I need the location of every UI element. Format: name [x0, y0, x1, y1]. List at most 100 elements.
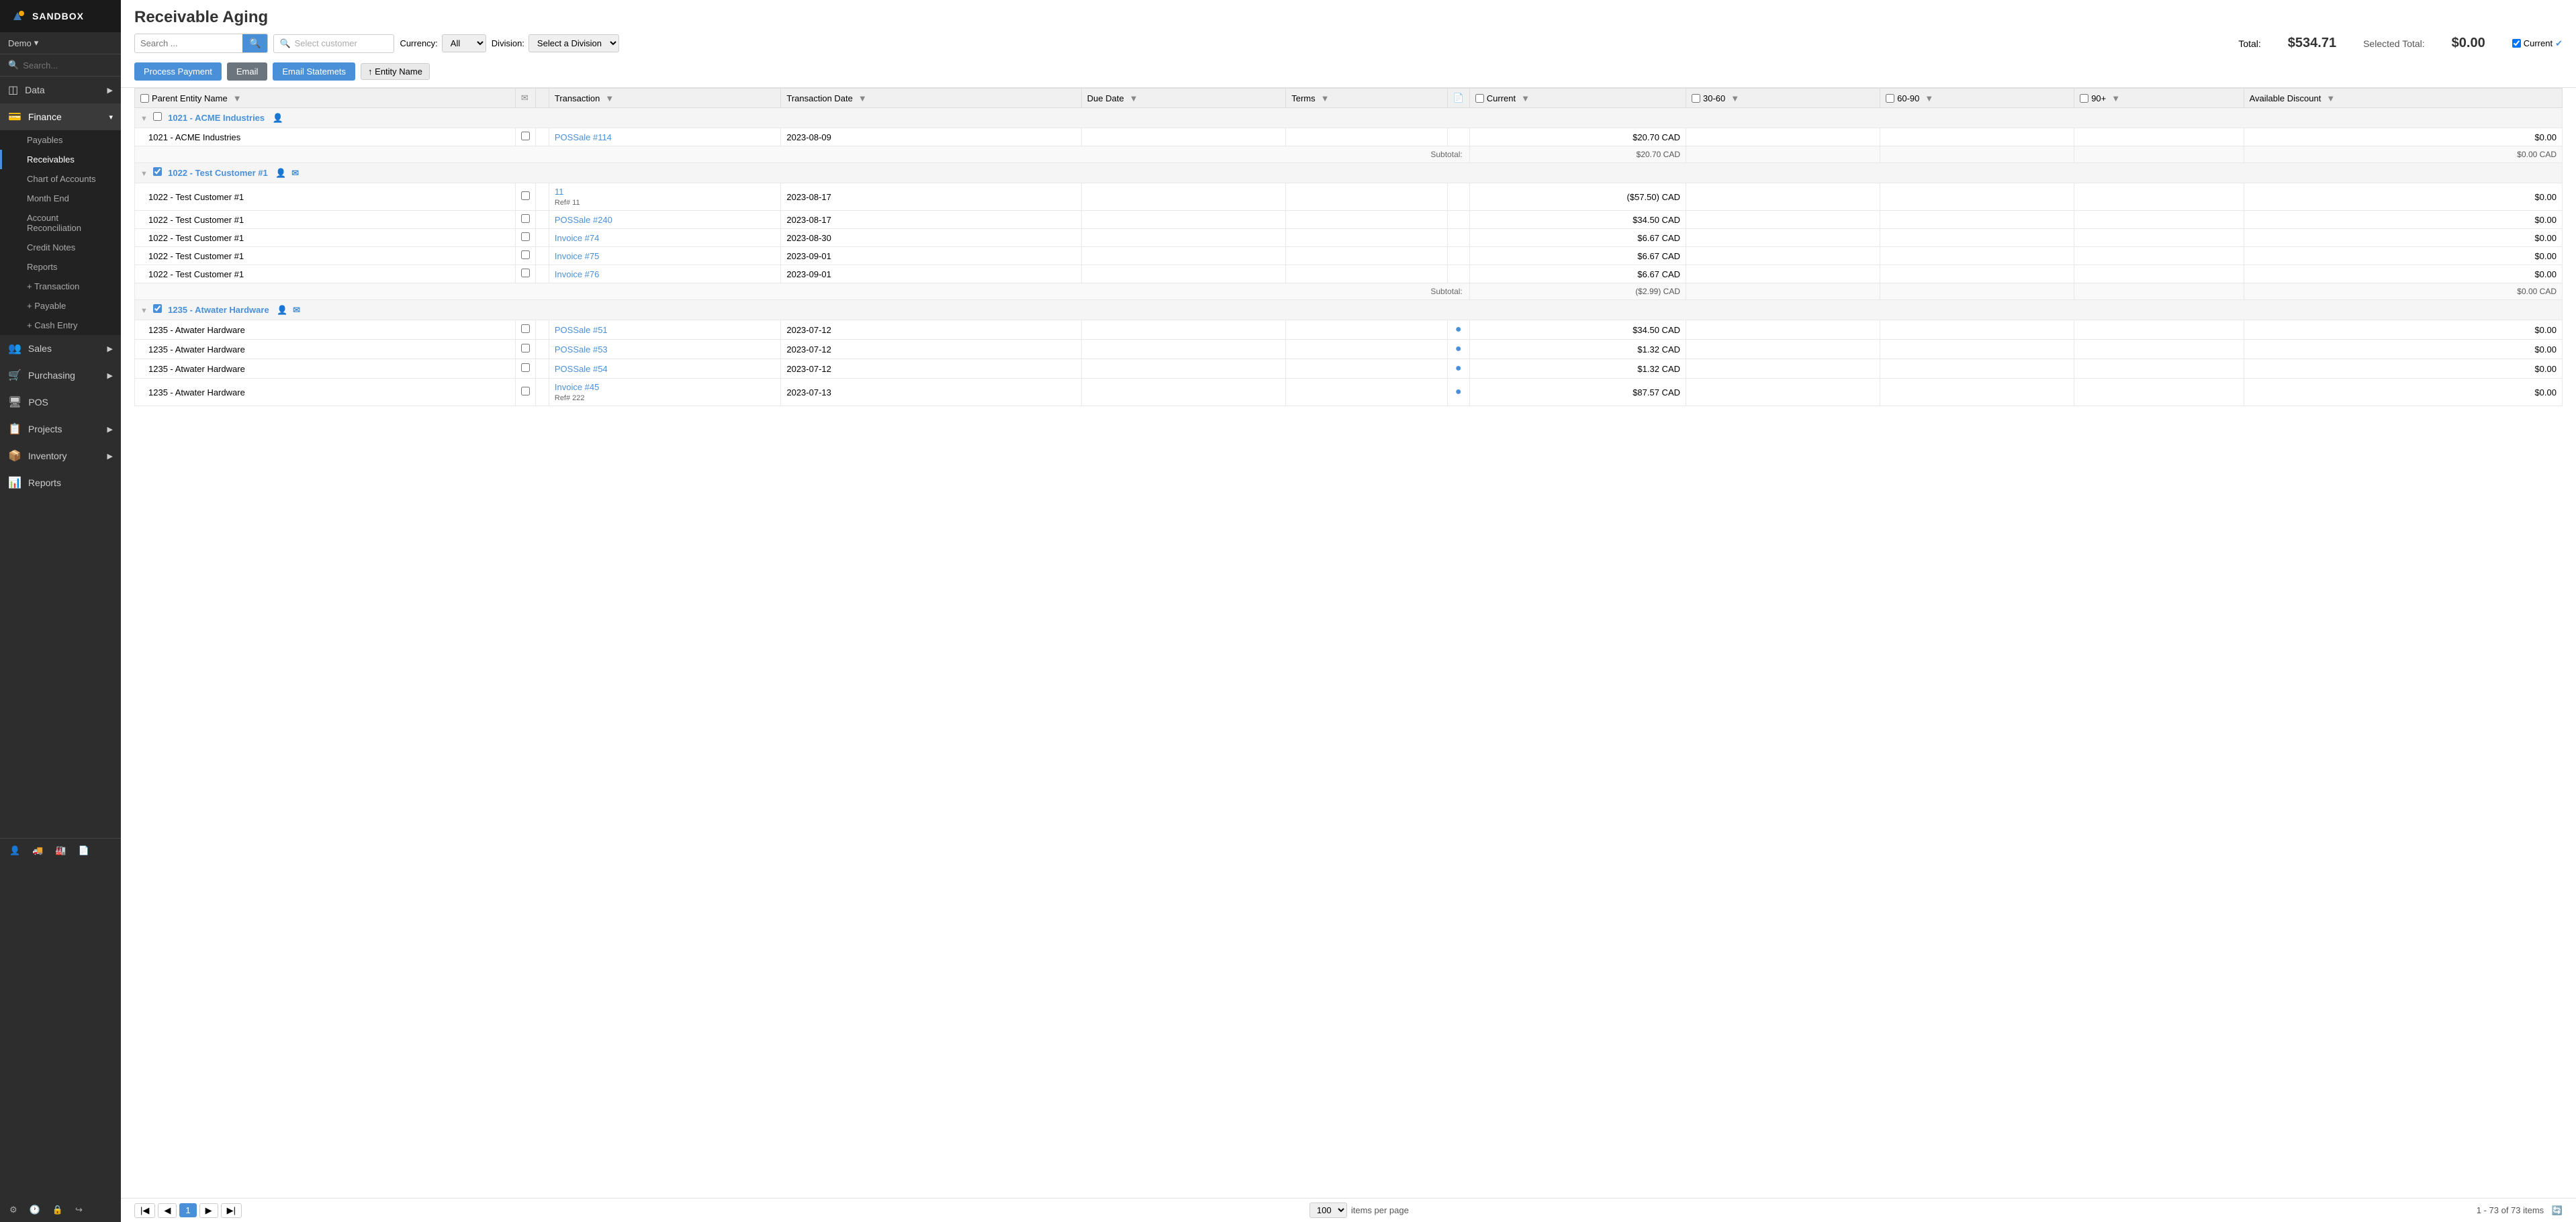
search-button[interactable]: 🔍 [242, 34, 267, 52]
sidebar-item-inventory[interactable]: 📦 Inventory ▶ [0, 442, 121, 469]
current-filter-checkbox[interactable]: Current ✔ [2512, 38, 2563, 49]
sidebar-item-finance[interactable]: 💳 Finance ▾ [0, 103, 121, 130]
collapse-icon[interactable]: ▼ [140, 115, 148, 123]
col-60-90-checkbox[interactable] [1886, 94, 1894, 103]
sidebar-item-receivables[interactable]: Receivables [0, 150, 121, 169]
90plus-filter-icon[interactable]: ▼ [2111, 93, 2120, 103]
transaction-link[interactable]: Invoice #45 [555, 382, 600, 392]
logout-icon[interactable]: ↪ [75, 1205, 83, 1215]
current-checkbox-input[interactable] [2512, 39, 2521, 48]
collapse-icon[interactable]: ▼ [140, 170, 148, 178]
prev-page-button[interactable]: ◀ [158, 1203, 177, 1218]
transaction-date-filter-icon[interactable]: ▼ [858, 93, 867, 103]
transaction-link[interactable]: Invoice #76 [555, 269, 600, 279]
process-payment-button[interactable]: Process Payment [134, 62, 222, 81]
transaction-link[interactable]: POSSale #240 [555, 215, 612, 225]
lock-icon[interactable]: 🔒 [52, 1205, 63, 1215]
row-checkbox-cell[interactable] [515, 265, 535, 283]
next-page-button[interactable]: ▶ [199, 1203, 218, 1218]
transaction-link[interactable]: POSSale #51 [555, 325, 608, 335]
division-dropdown[interactable]: Select a Division [528, 34, 619, 52]
parent-entity-filter-icon[interactable]: ▼ [233, 93, 242, 103]
60-90-filter-icon[interactable]: ▼ [1925, 93, 1933, 103]
row-checkbox[interactable] [521, 214, 530, 223]
row-checkbox[interactable] [521, 132, 530, 140]
user-menu[interactable]: Demo ▾ [0, 32, 121, 54]
search-input[interactable] [135, 35, 242, 52]
sidebar-item-month-end[interactable]: Month End [0, 189, 121, 208]
transaction-link[interactable]: POSSale #54 [555, 364, 608, 374]
row-checkbox[interactable] [521, 387, 530, 395]
transaction-filter-icon[interactable]: ▼ [605, 93, 614, 103]
search-box[interactable]: 🔍 [134, 34, 268, 53]
sidebar-search-input[interactable] [23, 60, 113, 70]
row-checkbox-cell[interactable] [515, 128, 535, 146]
currency-dropdown[interactable]: All CAD USD [442, 34, 486, 52]
col-30-60-checkbox[interactable] [1692, 94, 1700, 103]
refresh-icon[interactable]: 🔄 [2552, 1205, 2563, 1215]
row-checkbox-cell[interactable] [515, 320, 535, 340]
current-page[interactable]: 1 [179, 1203, 196, 1217]
row-checkbox-cell[interactable] [515, 340, 535, 359]
transaction-link[interactable]: Invoice #75 [555, 251, 600, 261]
sidebar-item-reports-finance[interactable]: Reports [0, 257, 121, 277]
first-page-button[interactable]: |◀ [134, 1203, 155, 1218]
collapse-icon[interactable]: ▼ [140, 307, 148, 315]
terms-filter-icon[interactable]: ▼ [1321, 93, 1330, 103]
building-icon[interactable]: 🏭 [55, 845, 66, 856]
group-checkbox[interactable] [153, 112, 162, 121]
items-per-page-select[interactable]: 100 50 25 [1309, 1203, 1347, 1218]
entity-name-sort-button[interactable]: ↑ Entity Name [361, 63, 430, 80]
row-checkbox[interactable] [521, 232, 530, 241]
available-discount-filter-icon[interactable]: ▼ [2326, 93, 2335, 103]
sidebar-item-account-reconciliation[interactable]: Account Reconciliation [0, 208, 121, 238]
group-checkbox[interactable] [153, 304, 162, 313]
settings-icon[interactable]: ⚙ [9, 1205, 17, 1215]
row-checkbox-cell[interactable] [515, 229, 535, 247]
row-checkbox-cell[interactable] [515, 211, 535, 229]
current-filter-icon[interactable]: ▼ [1521, 93, 1530, 103]
row-checkbox[interactable] [521, 191, 530, 200]
email-filter-icon[interactable]: ✉ [521, 93, 528, 103]
row-checkbox[interactable] [521, 324, 530, 333]
row-checkbox[interactable] [521, 250, 530, 259]
group-checkbox[interactable] [153, 167, 162, 176]
sidebar-item-payable[interactable]: + Payable [0, 296, 121, 316]
email-button[interactable]: Email [227, 62, 268, 81]
customer-search[interactable]: 🔍 Select customer [273, 34, 394, 53]
row-checkbox-cell[interactable] [515, 247, 535, 265]
sidebar-item-data[interactable]: ◫ Data ▶ [0, 77, 121, 103]
30-60-filter-icon[interactable]: ▼ [1731, 93, 1739, 103]
row-checkbox[interactable] [521, 344, 530, 352]
doc-filter-icon[interactable]: 📄 [1453, 93, 1464, 103]
sidebar-item-sales[interactable]: 👥 Sales ▶ [0, 335, 121, 362]
row-checkbox[interactable] [521, 269, 530, 277]
sidebar-item-projects[interactable]: 📋 Projects ▶ [0, 416, 121, 442]
customer-contact-icon[interactable]: 👤 [273, 113, 283, 123]
col-90plus-checkbox[interactable] [2080, 94, 2088, 103]
transaction-link[interactable]: POSSale #114 [555, 132, 612, 142]
row-checkbox[interactable] [521, 363, 530, 372]
transaction-link[interactable]: 11 [555, 187, 564, 197]
customer-link[interactable]: 1022 - Test Customer #1 [168, 168, 268, 178]
customer-contact-icon[interactable]: 👤 [275, 168, 286, 178]
row-checkbox-cell[interactable] [515, 359, 535, 379]
sidebar-search-box[interactable]: 🔍 [0, 54, 121, 77]
select-all-checkbox[interactable] [140, 94, 149, 103]
due-date-filter-icon[interactable]: ▼ [1130, 93, 1138, 103]
sidebar-item-transaction[interactable]: + Transaction [0, 277, 121, 296]
document-icon[interactable]: 📄 [79, 845, 89, 856]
clock-icon[interactable]: 🕐 [30, 1205, 40, 1215]
people-icon[interactable]: 👤 [9, 845, 20, 856]
sidebar-item-reports[interactable]: 📊 Reports [0, 469, 121, 496]
transaction-link[interactable]: Invoice #74 [555, 233, 600, 243]
customer-link[interactable]: 1021 - ACME Industries [168, 113, 265, 123]
customer-email-icon[interactable]: ✉ [291, 168, 299, 178]
email-statements-button[interactable]: Email Statemets [273, 62, 355, 81]
sidebar-item-chart-of-accounts[interactable]: Chart of Accounts [0, 169, 121, 189]
truck-icon[interactable]: 🚚 [32, 845, 43, 856]
customer-link[interactable]: 1235 - Atwater Hardware [168, 305, 269, 315]
sidebar-item-cash-entry[interactable]: + Cash Entry [0, 316, 121, 335]
row-checkbox-cell[interactable] [515, 183, 535, 211]
current-col-checkbox[interactable] [1475, 94, 1484, 103]
